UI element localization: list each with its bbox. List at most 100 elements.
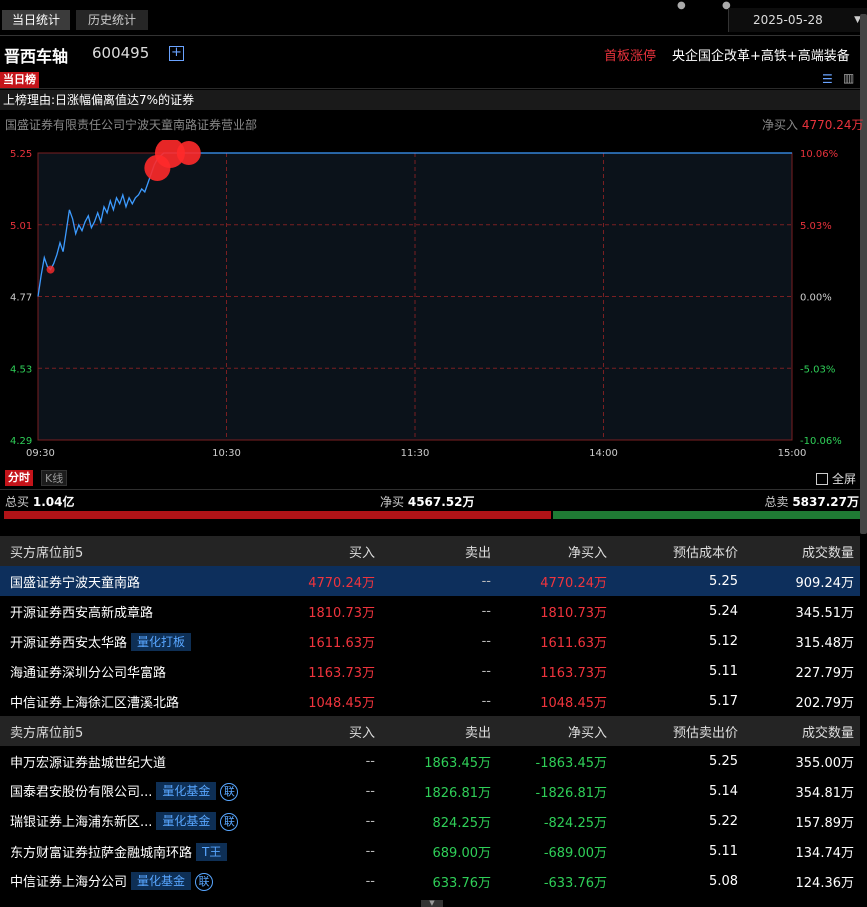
y-tick-label-left: 4.29 xyxy=(10,436,32,447)
table-row[interactable]: 瑞银证券上海浦东新区... 量化基金联 -- 824.25万 -824.25万 5.22 1… xyxy=(0,806,860,836)
list-view-icon[interactable]: ☰ xyxy=(822,72,833,86)
trade-marker xyxy=(46,265,55,274)
qty-cell: 345.51万 xyxy=(795,605,855,621)
qty-cell: 134.74万 xyxy=(795,845,855,861)
fullscreen-button[interactable]: 全屏 xyxy=(816,470,856,487)
stock-name: 晋西车轴 xyxy=(4,47,69,66)
seat-name-cell: 开源证券西安太华路 量化打板 xyxy=(0,626,260,656)
bar-chart-icon[interactable]: ▥ xyxy=(843,71,854,85)
col-header: 净买入 xyxy=(497,716,613,746)
date-value: 2025-05-28 xyxy=(753,13,823,27)
price-cell: 5.14 xyxy=(709,783,738,799)
seat-badge[interactable]: 量化基金 xyxy=(131,872,192,890)
broker-net-buy: 净买入 4770.24万 xyxy=(762,116,863,133)
price-cell: 5.17 xyxy=(709,693,738,709)
tab-history-stats[interactable]: 历史统计 xyxy=(76,10,148,30)
seat-name-cell: 申万宏源证券盐城世纪大道 xyxy=(0,746,260,776)
col-header: 成交数量 xyxy=(744,716,860,746)
total-net-label: 净买 xyxy=(380,495,405,509)
net-cell: -824.25万 xyxy=(543,815,607,831)
qty-cell: 355.00万 xyxy=(795,755,855,771)
linked-seat-icon[interactable]: 联 xyxy=(220,783,239,801)
board-row: 当日榜 ☰ ▥ xyxy=(0,71,860,89)
buy-cell: -- xyxy=(365,873,375,889)
seat-name: 申万宏源证券盐城世纪大道 xyxy=(10,755,167,771)
fullscreen-icon xyxy=(816,473,828,485)
board-tag[interactable]: 当日榜 xyxy=(0,72,39,88)
divider xyxy=(0,489,860,490)
col-header: 预估成本价 xyxy=(613,536,744,566)
total-buy: 总买 1.04亿 xyxy=(5,493,74,510)
intraday-chart[interactable]: 5.25 10.06% 5.01 5.03% 4.77 0.00% 4.53 -5.03% 4.… xyxy=(0,140,860,465)
seat-badge[interactable]: 量化基金 xyxy=(156,782,217,800)
sell-seats-table: 卖方席位前5 买入 卖出 净买入 预估卖出价 成交数量 申万宏源证券盐城世纪大道… xyxy=(0,716,860,896)
col-header: 预估卖出价 xyxy=(613,716,744,746)
scrollbar[interactable] xyxy=(860,14,867,534)
table-row[interactable]: 海通证券深圳分公司华富路 1163.73万 -- 1163.73万 5.11 227.79… xyxy=(0,656,860,686)
buy-ratio-fill xyxy=(4,511,553,519)
total-sell: 总卖 5837.27万 xyxy=(764,493,859,510)
x-tick-label: 11:30 xyxy=(401,448,430,459)
totals-row: 总买 1.04亿 净买 4567.52万 总卖 5837.27万 xyxy=(0,492,860,510)
table-row[interactable]: 东方财富证券拉萨金融城南环路 T王 -- 689.00万 -689.00万 5.11 134… xyxy=(0,836,860,866)
total-net: 净买 4567.52万 xyxy=(380,493,475,510)
tab-kline[interactable]: K线 xyxy=(41,470,68,486)
seat-name: 东方财富证券拉萨金融城南环路 xyxy=(10,845,193,861)
tab-today-stats[interactable]: 当日统计 xyxy=(2,10,70,30)
linked-seat-icon[interactable]: 联 xyxy=(195,873,214,891)
tab-fenshi[interactable]: 分时 xyxy=(5,470,33,486)
buy-cell: -- xyxy=(365,813,375,829)
table-row[interactable]: 国泰君安股份有限公司... 量化基金联 -- 1826.81万 -1826.81万 5.1… xyxy=(0,776,860,806)
col-header: 卖出 xyxy=(381,536,497,566)
seat-badge[interactable]: 量化基金 xyxy=(156,812,217,830)
linked-seat-icon[interactable]: 联 xyxy=(220,813,239,831)
y-tick-label-left: 5.25 xyxy=(10,149,32,160)
add-watchlist-icon[interactable]: + xyxy=(169,46,184,61)
buy-cell: -- xyxy=(365,753,375,769)
limit-up-tag: 首板涨停 xyxy=(604,49,657,64)
qty-cell: 202.79万 xyxy=(795,695,855,711)
table-row[interactable]: 开源证券西安太华路 量化打板 1611.63万 -- 1611.63万 5.12 315.4… xyxy=(0,626,860,656)
listing-reason: 上榜理由:日涨幅偏离值达7%的证券 xyxy=(0,90,860,110)
seat-name-cell: 开源证券西安高新成章路 xyxy=(0,596,260,626)
chart-controls: 分时 K线 全屏 xyxy=(0,468,860,488)
seat-badge[interactable]: 量化打板 xyxy=(131,632,192,651)
table-header: 买方席位前5 买入 卖出 净买入 预估成本价 成交数量 xyxy=(0,536,860,566)
col-header: 成交数量 xyxy=(744,536,860,566)
price-cell: 5.12 xyxy=(709,633,738,649)
seat-name-cell: 海通证券深圳分公司华富路 xyxy=(0,656,260,686)
seat-name: 开源证券西安高新成章路 xyxy=(10,605,154,621)
table-row[interactable]: 中信证券上海徐汇区漕溪北路 1048.45万 -- 1048.45万 5.17 202.7… xyxy=(0,686,860,716)
net-cell: 1163.73万 xyxy=(540,665,607,681)
seat-badge[interactable]: T王 xyxy=(196,842,228,861)
table-row[interactable]: 国盛证券宁波天童南路 4770.24万 -- 4770.24万 5.25 909.24万 xyxy=(0,566,860,596)
table-row[interactable]: 开源证券西安高新成章路 1810.73万 -- 1810.73万 5.24 345.51万 xyxy=(0,596,860,626)
y-tick-label-right: -10.06% xyxy=(800,436,842,447)
stock-header: 晋西车轴 600495 + 首板涨停 央企国企改革+高铁+高端装备 xyxy=(0,37,860,69)
date-select[interactable]: 2025-05-28 ▼ xyxy=(728,8,867,32)
trade-marker xyxy=(176,141,201,165)
table-row[interactable]: 中信证券上海分公司 量化基金联 -- 633.76万 -633.76万 5.08 124.3… xyxy=(0,866,860,896)
net-cell: -1826.81万 xyxy=(535,785,607,801)
table-row[interactable]: 申万宏源证券盐城世纪大道 -- 1863.45万 -1863.45万 5.25 355.0… xyxy=(0,746,860,776)
price-cell: 5.25 xyxy=(613,566,744,596)
net-buy-label: 净买入 xyxy=(762,118,799,132)
col-header: 卖方席位前5 xyxy=(0,716,260,746)
net-cell: 1810.73万 xyxy=(540,605,607,621)
broker-name: 国盛证券有限责任公司宁波天童南路证券营业部 xyxy=(5,118,258,132)
qty-cell: 227.79万 xyxy=(795,665,855,681)
net-cell: -633.76万 xyxy=(543,875,607,891)
seat-name-cell: 瑞银证券上海浦东新区... 量化基金联 xyxy=(0,806,260,836)
sell-cell: -- xyxy=(481,633,491,649)
sell-cell: -- xyxy=(381,566,497,596)
total-buy-label: 总买 xyxy=(5,495,30,509)
window-control-icon[interactable]: ● xyxy=(677,0,686,11)
net-cell: 1611.63万 xyxy=(540,635,607,651)
x-tick-label: 10:30 xyxy=(212,448,241,459)
col-header: 买入 xyxy=(260,536,381,566)
sell-cell: 689.00万 xyxy=(432,845,492,861)
expand-chevron-icon[interactable]: ▼ xyxy=(421,900,443,907)
seat-name-cell: 国泰君安股份有限公司... 量化基金联 xyxy=(0,776,260,806)
seat-name: 海通证券深圳分公司华富路 xyxy=(10,665,167,681)
price-cell: 5.11 xyxy=(709,843,738,859)
